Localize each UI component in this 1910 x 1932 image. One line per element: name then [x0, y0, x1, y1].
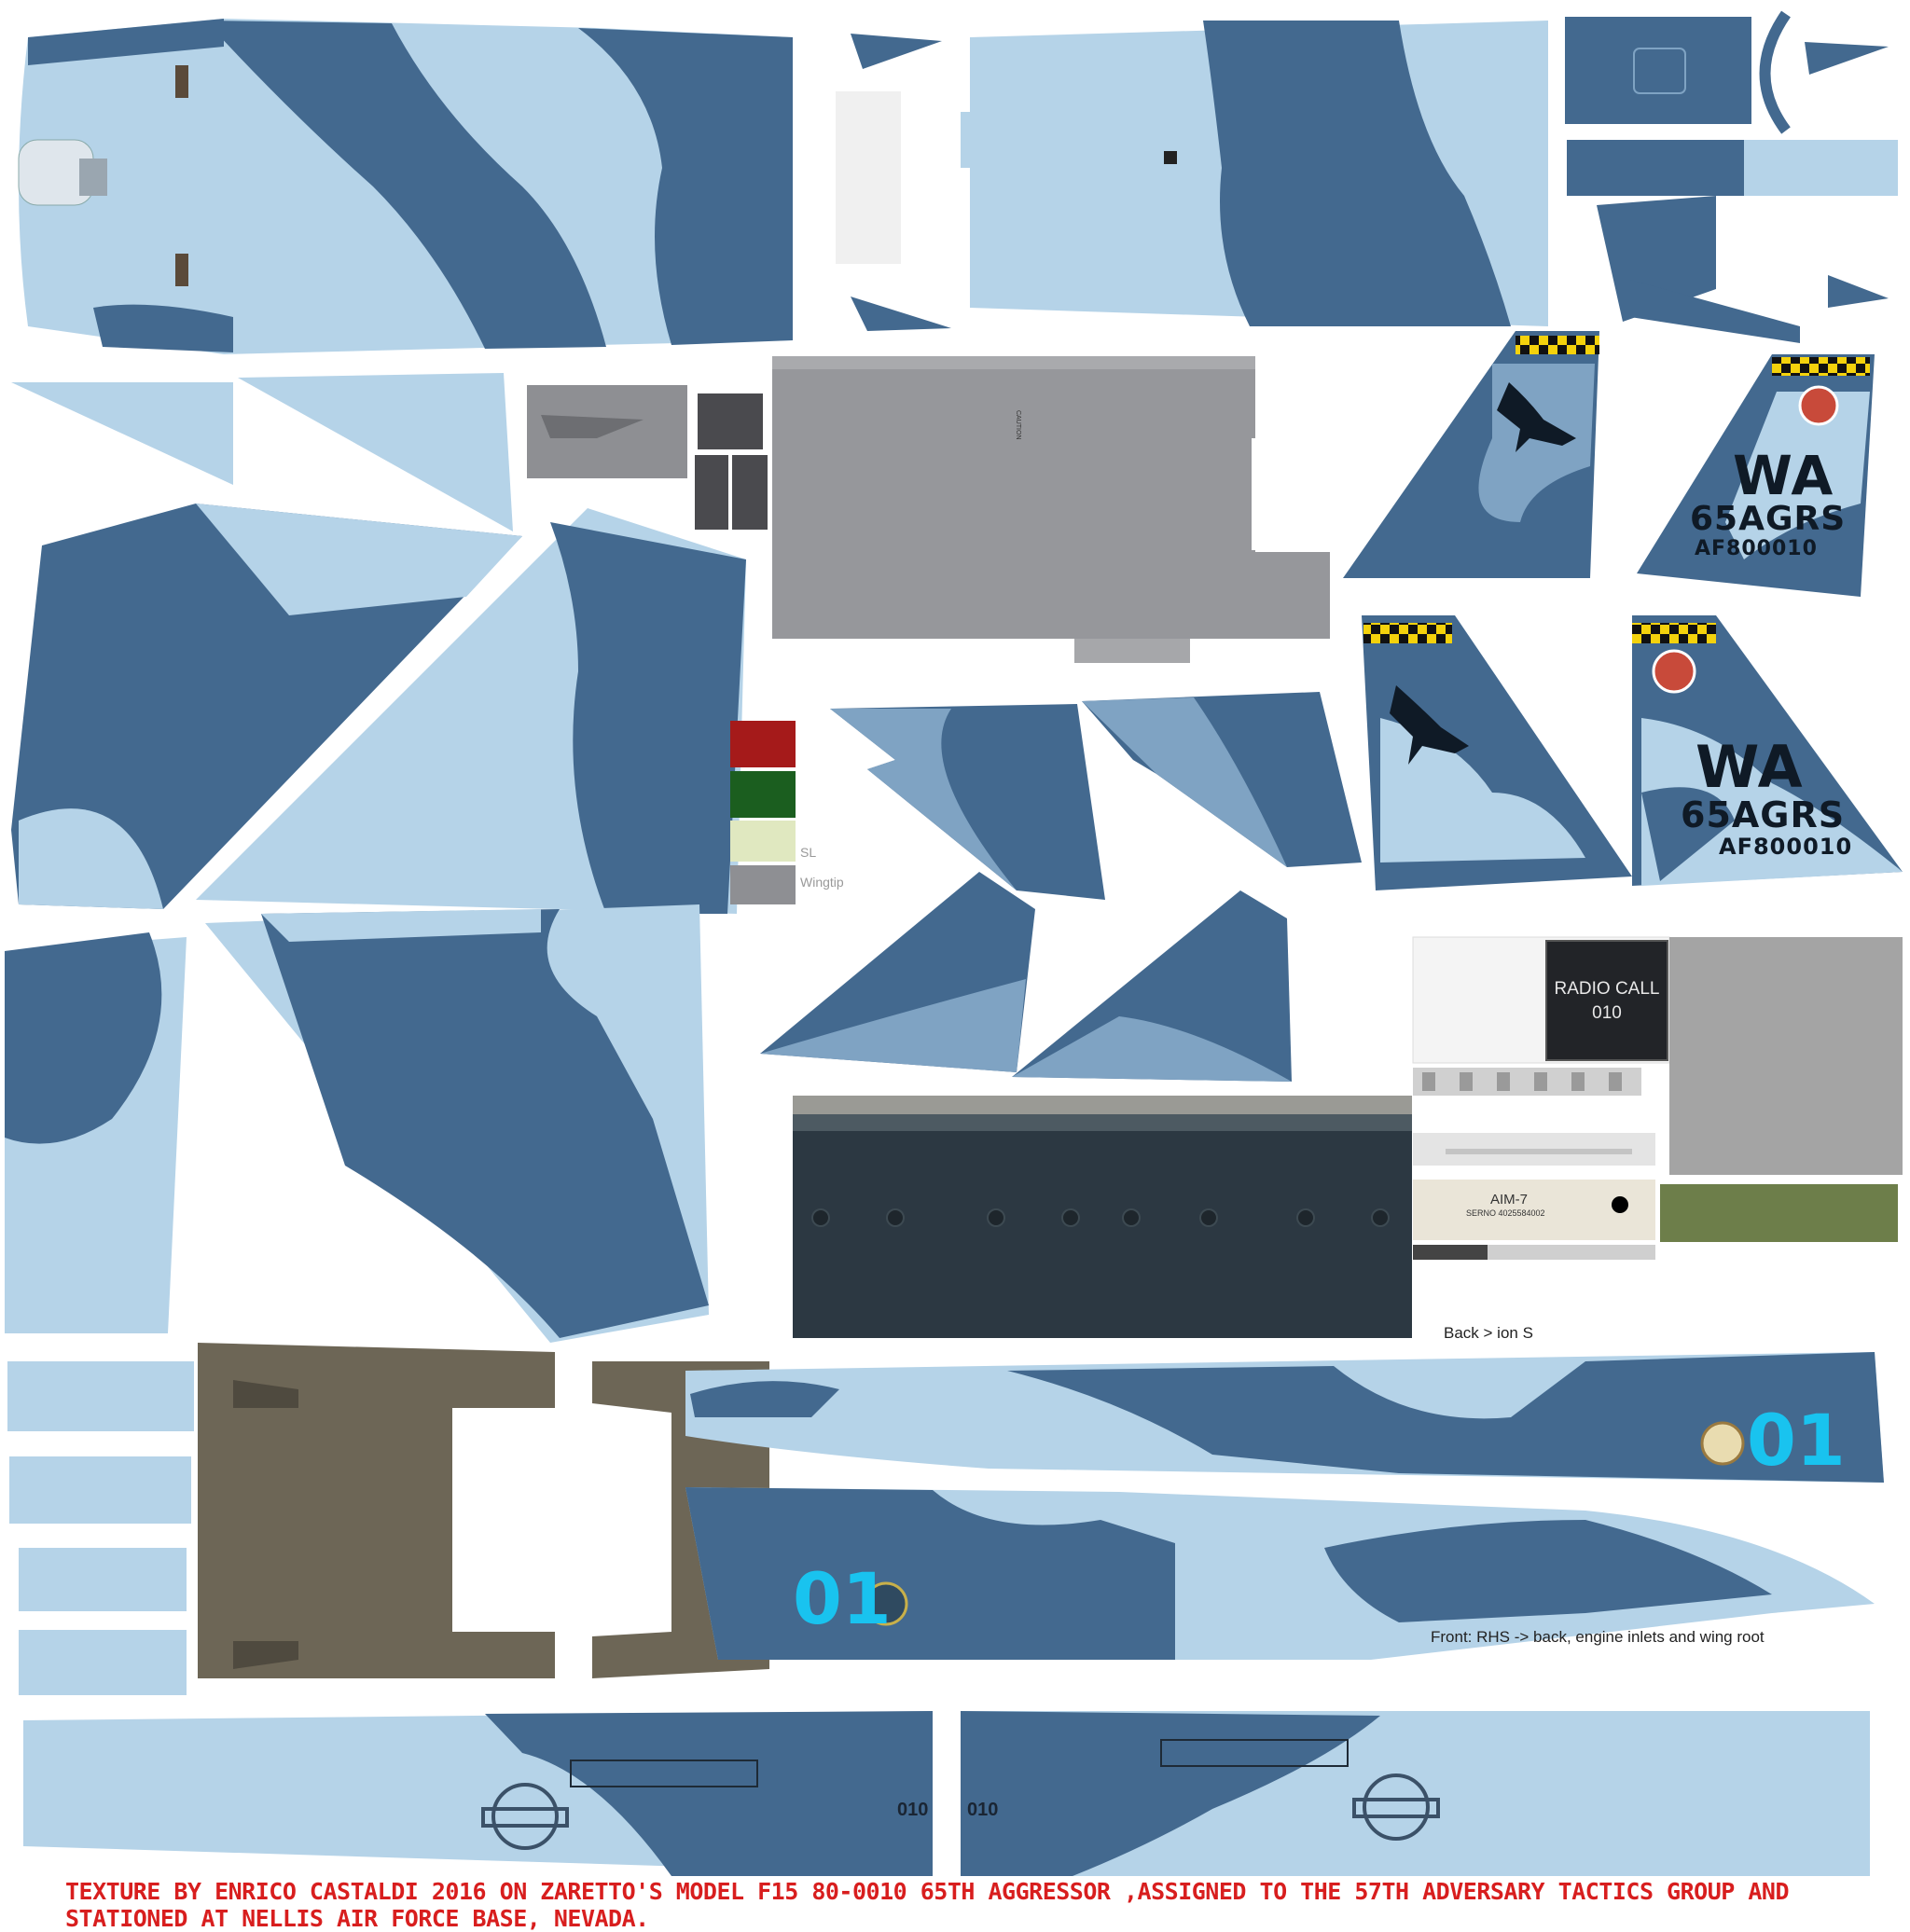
swatch-wingtip [730, 865, 796, 904]
wing-number-right: 010 [967, 1800, 999, 1820]
swatch-sl [730, 821, 796, 862]
swatch-label-sl: SL [800, 845, 817, 860]
tail-pieces-top-right [1565, 10, 1898, 343]
tail-code-1: WA [1733, 444, 1834, 507]
squadron-patch-right [1700, 1421, 1745, 1466]
tac-emblem [1798, 385, 1839, 426]
back-note: Back > ion S [1444, 1324, 1533, 1342]
caution-text: CAUTION [1015, 410, 1021, 440]
vertical-tail-3 [1362, 615, 1632, 890]
radio-call-label: RADIO CALL [1554, 979, 1660, 999]
blank-panel [836, 91, 901, 264]
tail-squadron-1: 65AGRS [1690, 500, 1847, 538]
fuselage-bottom-section [961, 21, 1548, 326]
tail-serial-2: AF800010 [1719, 834, 1853, 860]
wing-skins-bottom [23, 1711, 1870, 1876]
nose-number-right: 01 [1747, 1399, 1846, 1482]
fin-wedge-top [851, 34, 942, 69]
missile-name: AIM-7 [1490, 1192, 1529, 1208]
front-note: Front: RHS -> back, engine inlets and wi… [1431, 1628, 1765, 1646]
swatch-label-wingtip: Wingtip [800, 875, 844, 890]
fuselage-side-right [685, 1352, 1884, 1483]
engine-panel [793, 1096, 1412, 1338]
swatch-green [730, 771, 796, 818]
fin-wedge-bottom [851, 297, 951, 331]
engine-nozzles [7, 1343, 769, 1695]
tail-squadron-2: 65AGRS [1681, 794, 1846, 835]
tac-emblem-2 [1652, 649, 1696, 694]
missile-serial: SERNO 4025584002 [1466, 1208, 1545, 1218]
tail-code-2: WA [1695, 733, 1804, 801]
wing-number-left: 010 [897, 1800, 929, 1820]
nose-number-left: 01 [793, 1557, 892, 1640]
stabilizers [760, 692, 1362, 1082]
vertical-tail-1 [1343, 331, 1599, 578]
fuselage-top-section [18, 19, 793, 354]
radio-call-placard: RADIO CALL 010 [1545, 940, 1668, 1061]
swatch-red [730, 721, 796, 767]
radio-call-number: 010 [1592, 1003, 1622, 1023]
tail-serial-1: AF800010 [1695, 537, 1818, 560]
texture-credit: TEXTURE BY ENRICO CASTALDI 2016 ON ZARET… [65, 1878, 1790, 1932]
wing-top-sections [5, 373, 746, 1343]
